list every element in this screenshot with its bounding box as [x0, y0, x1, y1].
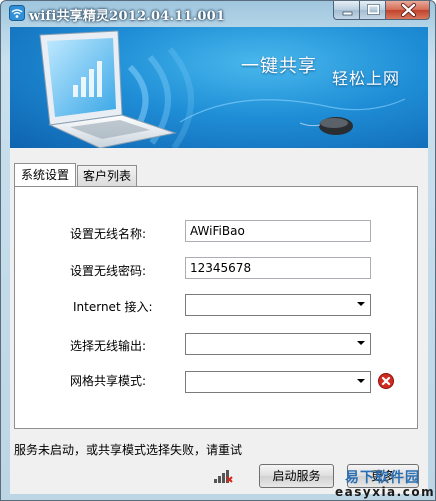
password-input[interactable]: 12345678 [185, 257, 371, 279]
chevron-down-icon[interactable] [353, 295, 370, 315]
watermark-logo: 易下软件园 easyxia.com [335, 467, 434, 500]
internet-select[interactable] [185, 294, 371, 316]
minimize-button[interactable] [333, 1, 360, 20]
watermark-line2: easyxia.com [335, 485, 436, 499]
system-settings-page: 设置无线名称: AWiFiBao 设置无线密码: 12345678 Intern… [14, 186, 418, 429]
ssid-label: 设置无线名称: [70, 227, 147, 241]
watermark-line1: 易下软件园 [345, 470, 420, 486]
password-label: 设置无线密码: [70, 264, 147, 278]
start-service-button[interactable]: 启动服务 [259, 464, 334, 488]
tab-system-settings[interactable]: 系统设置 [14, 163, 76, 186]
status-message: 服务未启动，或共享模式选择失败，请重试 [14, 443, 243, 457]
window-title: wifi共享精灵2012.04.11.001 [29, 9, 226, 24]
wireless-output-select[interactable] [185, 333, 371, 355]
wireless-output-label: 选择无线输出: [70, 339, 147, 353]
banner-slogan-secondary: 轻松上网 [332, 69, 401, 88]
chevron-down-icon[interactable] [353, 372, 370, 392]
minimize-icon [342, 11, 353, 16]
error-icon [378, 373, 394, 389]
internet-label: Internet 接入: [73, 300, 153, 314]
close-icon [401, 3, 416, 17]
maximize-icon [367, 4, 380, 15]
settings-panel: 系统设置 客户列表 设置无线名称: AWiFiBao 设置无线密码: 12345… [10, 148, 428, 494]
close-button[interactable] [385, 1, 430, 20]
share-mode-select[interactable] [185, 371, 371, 393]
signal-strength-icon [213, 468, 233, 484]
ssid-input[interactable]: AWiFiBao [185, 220, 371, 242]
title-bar[interactable]: wifi共享精灵2012.04.11.001 [1, 1, 435, 27]
tab-client-list[interactable]: 客户列表 [77, 165, 137, 186]
maximize-button[interactable] [359, 1, 386, 20]
app-window: wifi共享精灵2012.04.11.001 一键共享 轻松上网 系统设置 客户… [0, 0, 436, 501]
chevron-down-icon[interactable] [353, 334, 370, 354]
wifi-app-icon [9, 5, 25, 21]
banner-image: 一键共享 轻松上网 [10, 27, 428, 148]
banner-slogan-primary: 一键共享 [241, 56, 317, 77]
share-mode-label: 网格共享模式: [70, 374, 147, 388]
